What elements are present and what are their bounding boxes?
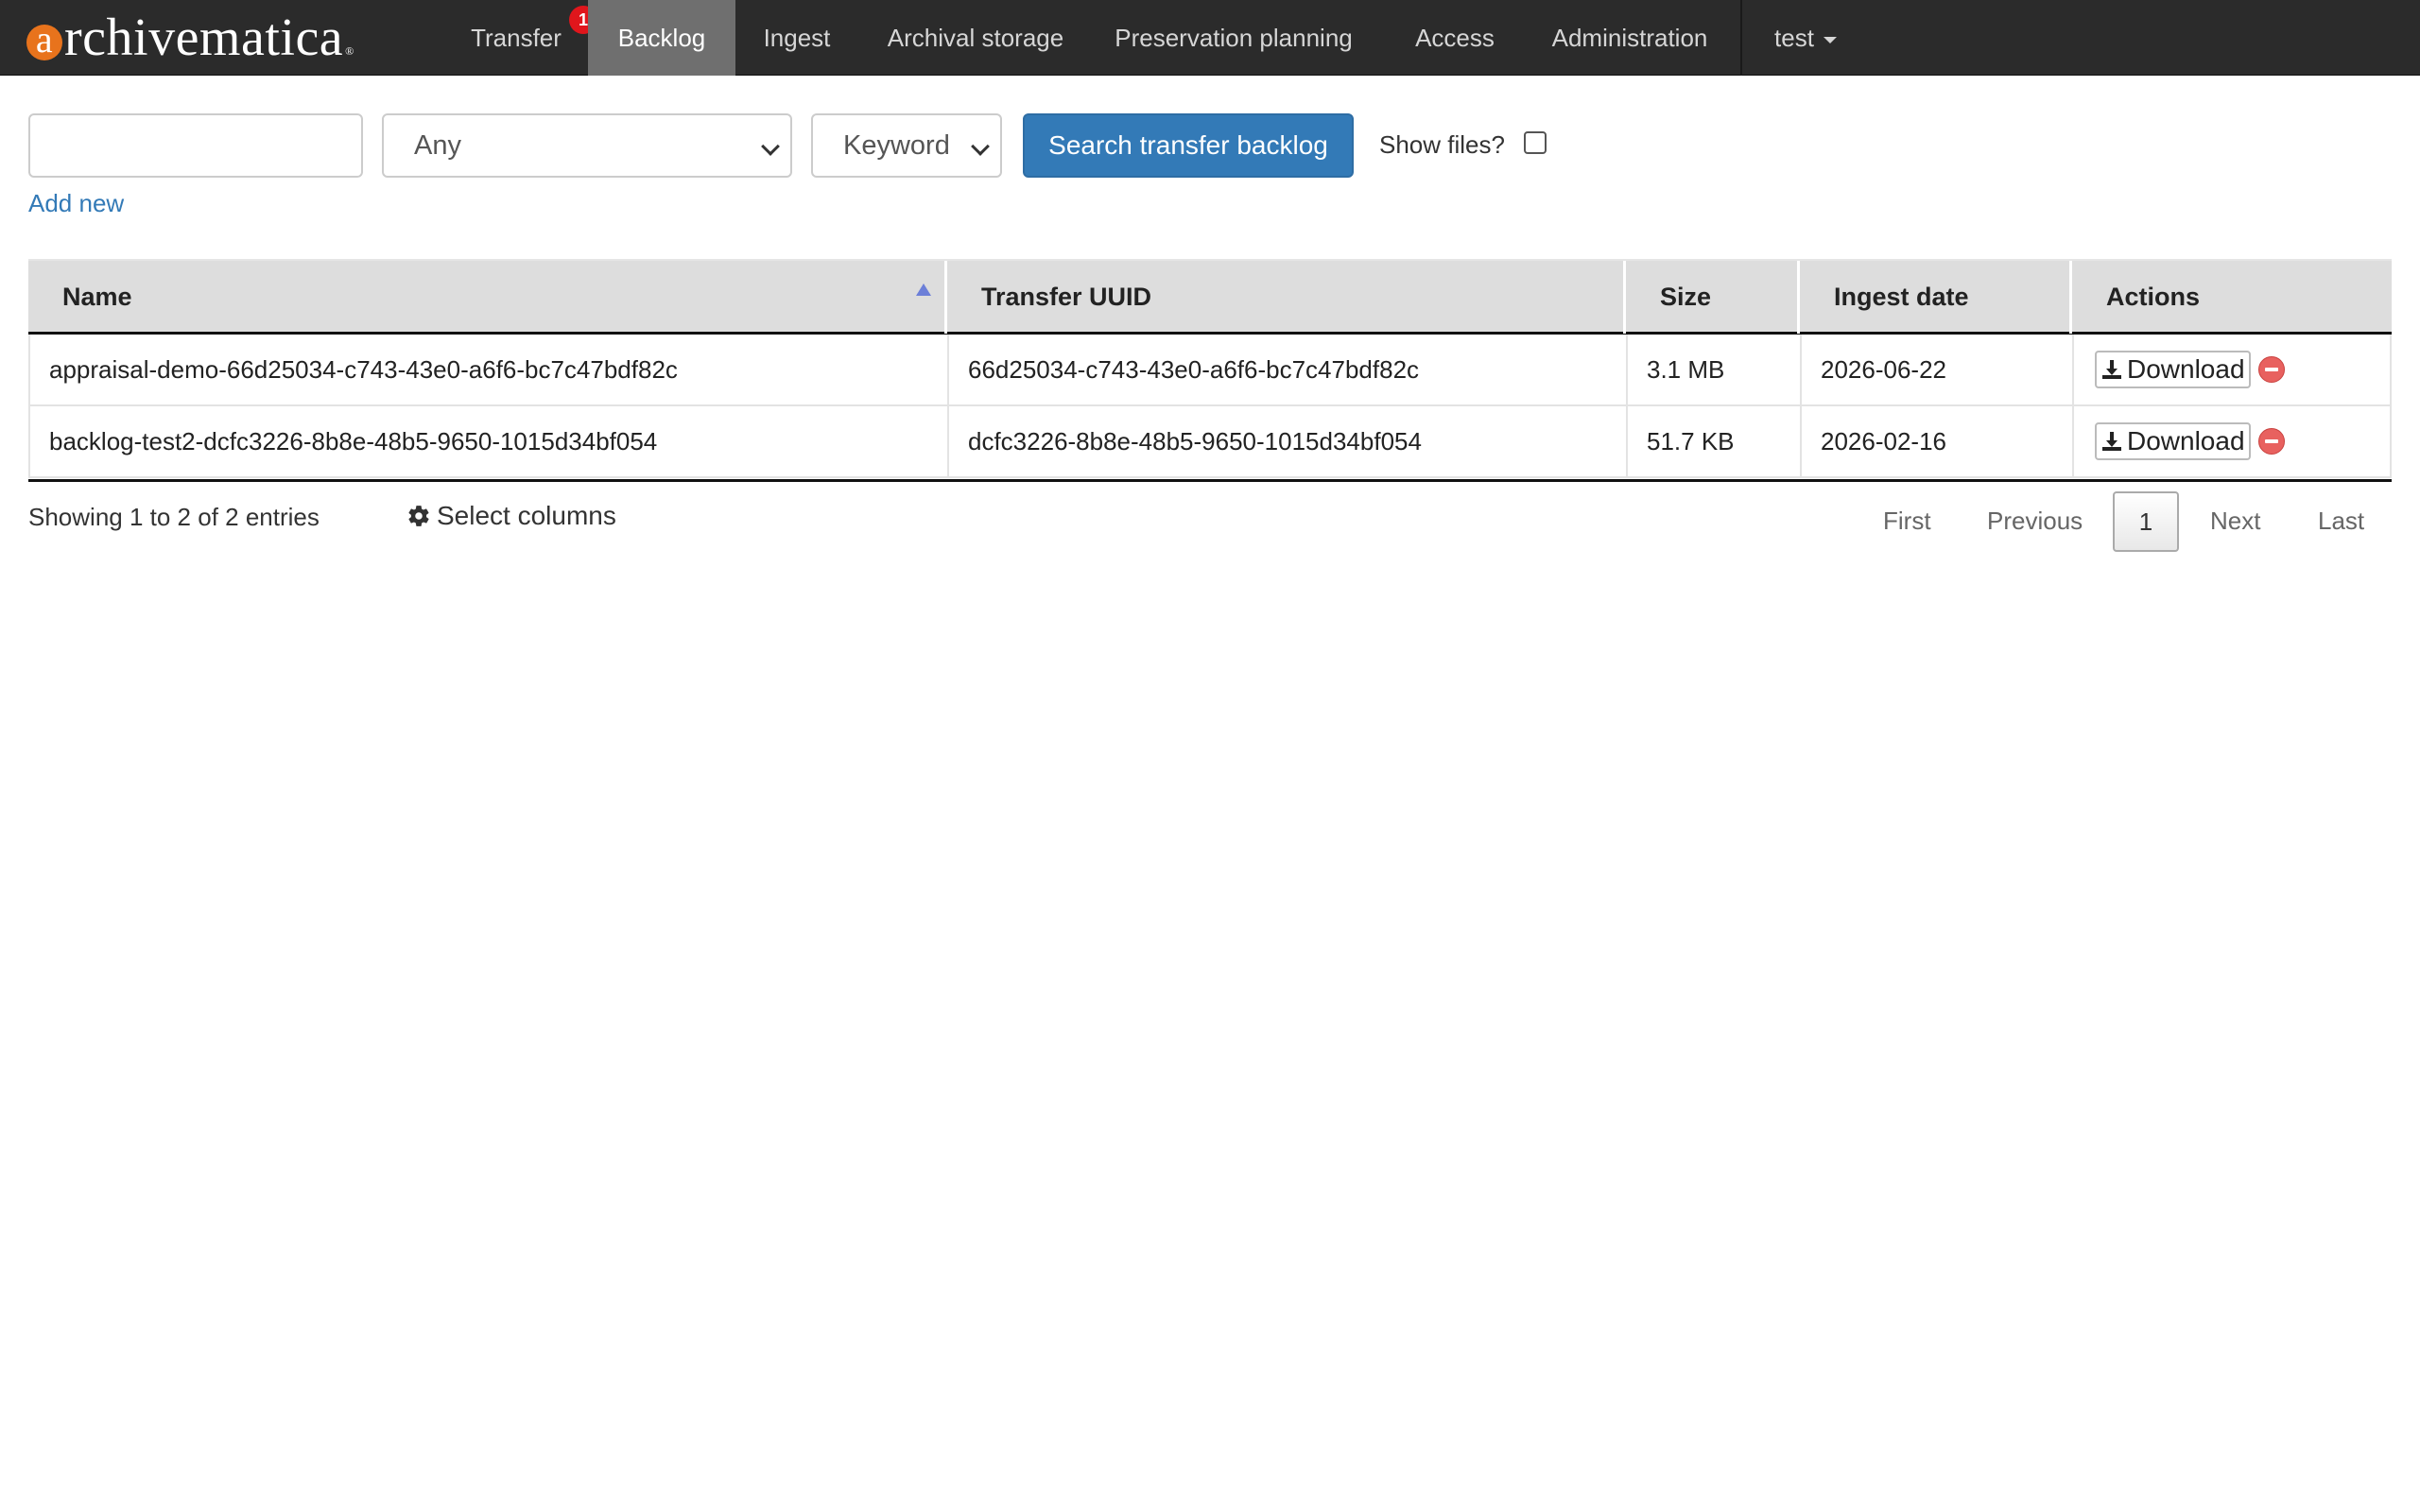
cell-actions: Download [2074, 335, 2394, 404]
add-new-link[interactable]: Add new [28, 189, 124, 218]
nav-backlog-label: Backlog [617, 23, 706, 52]
cell-ingest-date: 2026-06-22 [1802, 335, 2074, 404]
pager-previous[interactable]: Previous [1987, 507, 2083, 536]
show-files-checkbox[interactable] [1524, 131, 1547, 154]
nav-transfer[interactable]: Transfer [454, 0, 579, 76]
nav-preservation-planning-label: Preservation planning [1115, 23, 1353, 52]
nav-ingest-label: Ingest [763, 23, 831, 52]
column-header-size[interactable]: Size [1626, 261, 1800, 334]
search-type-select[interactable]: Keyword [811, 113, 1002, 178]
column-header-size-label: Size [1660, 283, 1712, 311]
remove-icon[interactable] [2257, 428, 2285, 455]
sort-ascending-icon [916, 284, 931, 296]
logo-text: rchivematica [64, 9, 344, 67]
search-transfer-backlog-button[interactable]: Search transfer backlog [1023, 113, 1354, 178]
table-bottom-border [28, 479, 2392, 482]
search-field-select-value: Any [414, 129, 461, 161]
user-menu-dropdown[interactable]: test [1754, 0, 1857, 76]
download-button[interactable]: Download [2095, 422, 2251, 460]
download-icon [2102, 360, 2121, 379]
nav-ingest[interactable]: Ingest [735, 0, 858, 76]
nav-divider [1740, 0, 1742, 76]
nav-archival-storage-label: Archival storage [887, 23, 1064, 52]
column-header-ingest-date-label: Ingest date [1834, 283, 1969, 311]
remove-icon[interactable] [2257, 356, 2285, 383]
cell-size: 51.7 KB [1628, 406, 1802, 476]
cell-actions: Download [2074, 406, 2394, 476]
cell-transfer-uuid: dcfc3226-8b8e-48b5-9650-1015d34bf054 [949, 406, 1628, 476]
select-columns-button[interactable]: Select columns [406, 501, 616, 531]
download-button-label: Download [2127, 426, 2245, 455]
cell-transfer-uuid: 66d25034-c743-43e0-a6f6-bc7c47bdf82c [949, 335, 1628, 404]
column-header-name[interactable]: Name [28, 261, 947, 334]
show-files-label: Show files? [1379, 130, 1505, 159]
select-columns-label: Select columns [437, 501, 616, 530]
table-row: appraisal-demo-66d25034-c743-43e0-a6f6-b… [28, 335, 2392, 406]
table-info: Showing 1 to 2 of 2 entries [28, 503, 320, 531]
table-header: Name Transfer UUID Size Ingest date Acti… [28, 259, 2392, 335]
column-header-transfer-uuid[interactable]: Transfer UUID [947, 261, 1626, 334]
table-row: backlog-test2-dcfc3226-8b8e-48b5-9650-10… [28, 406, 2392, 478]
gear-icon [408, 506, 429, 526]
cell-ingest-date: 2026-02-16 [1802, 406, 2074, 476]
search-type-select-value: Keyword [843, 129, 950, 161]
download-button-label: Download [2127, 354, 2245, 384]
nav-archival-storage[interactable]: Archival storage [858, 0, 1093, 76]
nav-access[interactable]: Access [1374, 0, 1535, 76]
column-header-actions: Actions [2072, 261, 2392, 334]
download-button[interactable]: Download [2095, 351, 2251, 388]
user-menu-label: test [1774, 23, 1814, 52]
nav-access-label: Access [1415, 23, 1495, 52]
pager-last[interactable]: Last [2318, 507, 2364, 536]
nav-transfer-label: Transfer [471, 23, 562, 52]
column-header-transfer-uuid-label: Transfer UUID [981, 283, 1152, 311]
nav-administration-label: Administration [1551, 23, 1708, 52]
logo-registered-mark: ® [345, 43, 354, 58]
nav-preservation-planning[interactable]: Preservation planning [1093, 0, 1374, 76]
nav-administration[interactable]: Administration [1535, 0, 1724, 76]
cell-name: backlog-test2-dcfc3226-8b8e-48b5-9650-10… [30, 406, 949, 476]
download-icon [2102, 432, 2121, 451]
chevron-down-icon [971, 137, 990, 156]
cell-size: 3.1 MB [1628, 335, 1802, 404]
search-input[interactable] [28, 113, 363, 178]
pager-next[interactable]: Next [2210, 507, 2260, 536]
top-navbar: a rchivematica ® Transfer 1 Backlog Inge… [0, 0, 2420, 76]
pager-first[interactable]: First [1883, 507, 1931, 536]
chevron-down-icon [761, 137, 780, 156]
pager-current-page[interactable]: 1 [2113, 491, 2179, 552]
column-header-name-label: Name [62, 283, 132, 311]
cell-name: appraisal-demo-66d25034-c743-43e0-a6f6-b… [30, 335, 949, 404]
column-header-ingest-date[interactable]: Ingest date [1800, 261, 2072, 334]
caret-down-icon [1823, 36, 1837, 43]
column-header-actions-label: Actions [2106, 283, 2201, 311]
nav-backlog[interactable]: Backlog [588, 0, 735, 76]
search-field-select[interactable]: Any [382, 113, 792, 178]
logo-a-letter: a [26, 21, 62, 60]
archivematica-logo[interactable]: a rchivematica ® [26, 6, 354, 70]
